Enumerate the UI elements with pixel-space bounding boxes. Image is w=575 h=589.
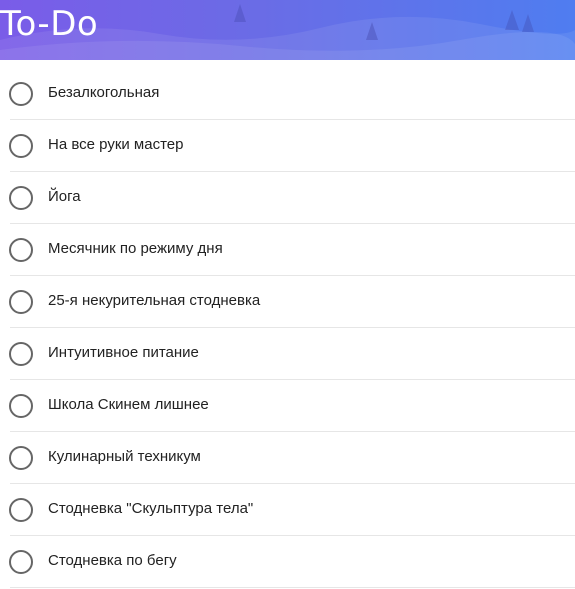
list-item[interactable]: 25-я некурительная стодневка bbox=[0, 276, 575, 328]
list-item[interactable]: Месячник по режиму дня bbox=[0, 224, 575, 276]
task-label: Месячник по режиму дня bbox=[48, 240, 223, 257]
list-item[interactable]: Безалкогольная bbox=[0, 68, 575, 120]
list-item[interactable]: На все руки мастер bbox=[0, 120, 575, 172]
task-checkbox[interactable] bbox=[9, 82, 33, 106]
task-label: Интуитивное питание bbox=[48, 344, 199, 361]
task-label: Стодневка "Скульптура тела" bbox=[48, 500, 254, 517]
task-checkbox[interactable] bbox=[9, 290, 33, 314]
list-item[interactable]: Кулинарный техникум bbox=[0, 432, 575, 484]
list-item[interactable]: Стодневка "Скульптура тела" bbox=[0, 484, 575, 536]
task-checkbox[interactable] bbox=[9, 446, 33, 470]
app-header: To-Do bbox=[0, 0, 575, 60]
list-item[interactable]: Стодневка по бегу bbox=[0, 536, 575, 588]
task-label: Безалкогольная bbox=[48, 84, 160, 101]
task-label: На все руки мастер bbox=[48, 136, 184, 153]
task-label: Кулинарный техникум bbox=[48, 448, 201, 465]
task-checkbox[interactable] bbox=[9, 238, 33, 262]
task-label: Школа Скинем лишнее bbox=[48, 396, 209, 413]
task-label: 25-я некурительная стодневка bbox=[48, 292, 261, 309]
list-item[interactable]: Интуитивное питание bbox=[0, 328, 575, 380]
task-checkbox[interactable] bbox=[9, 186, 33, 210]
task-checkbox[interactable] bbox=[9, 342, 33, 366]
task-label: Йога bbox=[48, 188, 81, 205]
task-checkbox[interactable] bbox=[9, 134, 33, 158]
task-label: Стодневка по бегу bbox=[48, 552, 177, 569]
list-item[interactable]: Йога bbox=[0, 172, 575, 224]
task-list: Безалкогольная На все руки мастер Йога М… bbox=[0, 68, 575, 588]
app-title: To-Do bbox=[0, 4, 99, 44]
task-checkbox[interactable] bbox=[9, 498, 33, 522]
task-checkbox[interactable] bbox=[9, 550, 33, 574]
list-item[interactable]: Школа Скинем лишнее bbox=[0, 380, 575, 432]
task-checkbox[interactable] bbox=[9, 394, 33, 418]
